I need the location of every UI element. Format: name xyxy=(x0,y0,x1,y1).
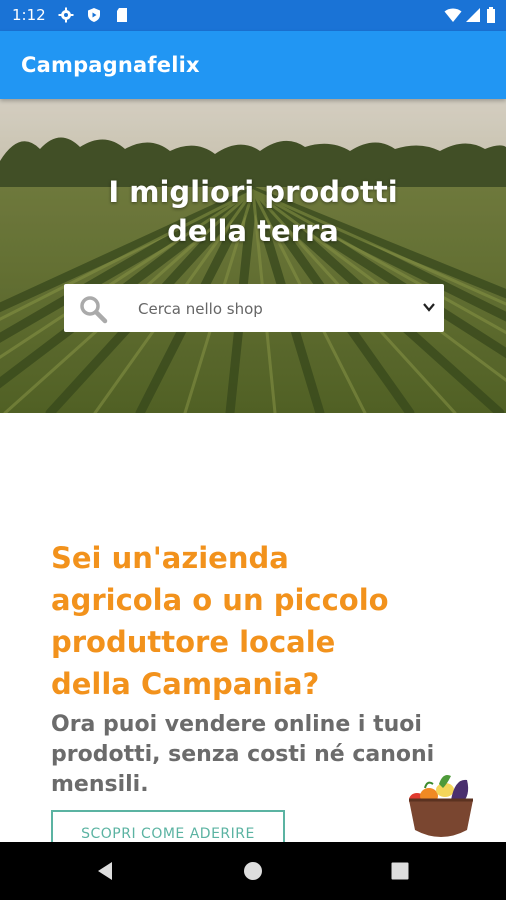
hero-title-line: della terra xyxy=(167,214,339,248)
search-icon xyxy=(80,296,108,324)
gear-icon xyxy=(58,7,74,23)
back-icon[interactable] xyxy=(94,859,118,883)
promo-subtitle-line: prodotti, senza costi né canoni xyxy=(51,742,435,767)
app-title: Campagnafelix xyxy=(21,53,200,77)
shield-icon xyxy=(88,8,100,22)
status-time: 1:12 xyxy=(12,6,46,24)
status-bar: 1:12 xyxy=(0,0,506,31)
chevron-down-icon xyxy=(423,303,435,312)
promo-heading-line: agricola o un piccolo xyxy=(51,583,389,617)
search-placeholder: Cerca nello shop xyxy=(138,300,263,318)
recents-icon[interactable] xyxy=(388,859,412,883)
sd-card-icon xyxy=(117,8,127,22)
promo-heading: Sei un'azienda agricola o un piccolo pro… xyxy=(51,537,471,705)
promo-subtitle-line: Ora puoi vendere online i tuoi xyxy=(51,712,422,737)
battery-icon xyxy=(487,7,495,23)
promo-heading-line: Sei un'azienda xyxy=(51,541,289,575)
hero-banner: I migliori prodotti della terra Cerca ne… xyxy=(0,99,506,413)
promo-heading-line: della Campania? xyxy=(51,667,320,701)
app-bar: Campagnafelix xyxy=(0,31,506,99)
hero-title: I migliori prodotti della terra xyxy=(0,173,506,251)
home-icon[interactable] xyxy=(241,859,265,883)
navigation-bar xyxy=(0,842,506,900)
wifi-icon xyxy=(444,8,462,22)
hero-title-line: I migliori prodotti xyxy=(108,175,398,209)
promo-heading-line: produttore locale xyxy=(51,625,336,659)
shop-search-select[interactable]: Cerca nello shop xyxy=(64,284,444,332)
signal-icon xyxy=(466,8,480,22)
vegetable-basket-icon[interactable] xyxy=(405,770,477,842)
hero-field-image xyxy=(0,99,506,413)
